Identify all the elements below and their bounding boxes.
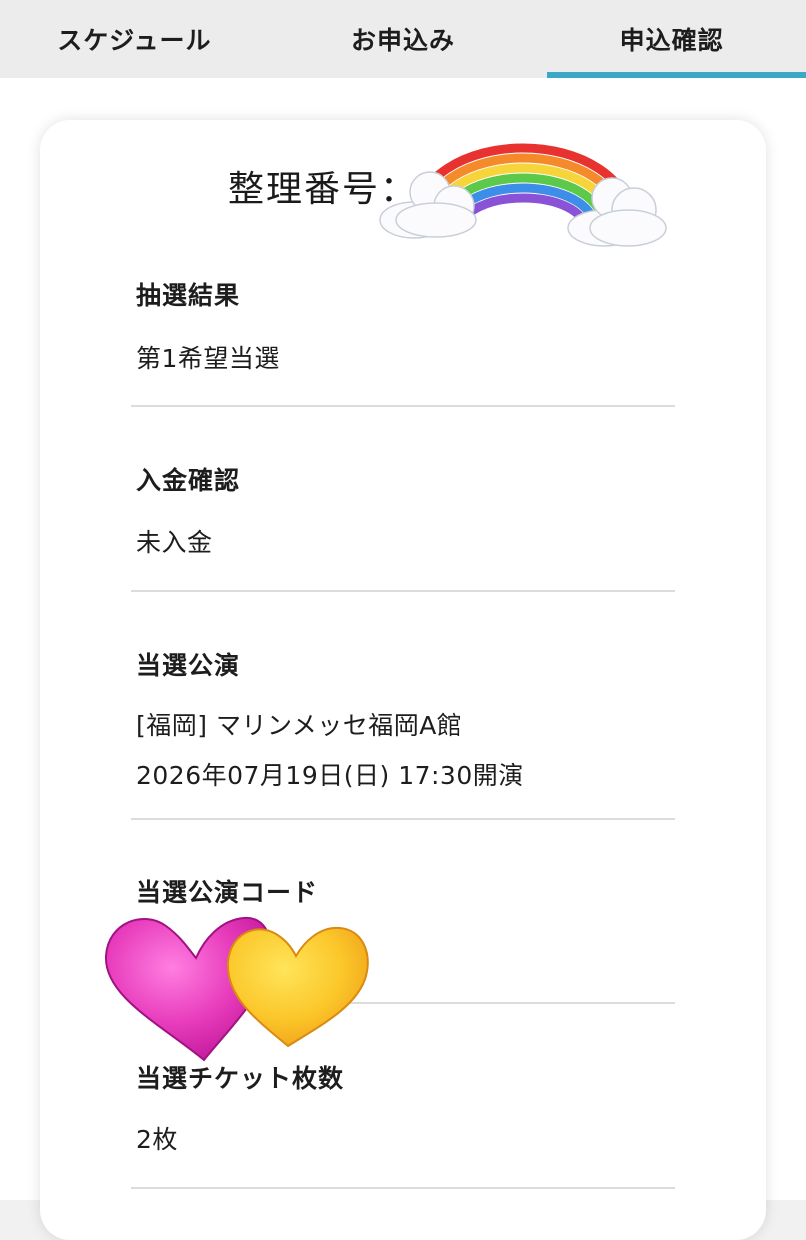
performance-venue: [福岡] マリンメッセ福岡A館 — [136, 711, 463, 740]
tab-apply-label: お申込み — [351, 26, 456, 55]
tab-schedule-label: スケジュール — [57, 26, 212, 55]
ticket-count-label: 当選チケット枚数 — [136, 1064, 345, 1093]
divider — [131, 405, 675, 407]
payment-status-value: 未入金 — [136, 528, 213, 557]
performance-datetime: 2026年07月19日(日) 17:30開演 — [136, 761, 524, 790]
two-hearts-icon — [104, 916, 369, 1062]
tab-schedule[interactable]: スケジュール — [0, 0, 269, 78]
divider — [131, 590, 675, 592]
divider — [131, 1187, 675, 1189]
tab-apply[interactable]: お申込み — [269, 0, 538, 78]
rainbow-icon — [379, 143, 667, 247]
winning-performance-label: 当選公演 — [136, 651, 241, 680]
tab-bar: スケジュール お申込み 申込確認 — [0, 0, 806, 78]
lottery-result-value: 第1希望当選 — [136, 344, 280, 373]
lottery-result-label: 抽選結果 — [136, 281, 241, 310]
tab-application-check-label: 申込確認 — [619, 26, 724, 55]
divider — [131, 818, 675, 820]
ticket-count-value: 2枚 — [136, 1125, 178, 1154]
payment-status-label: 入金確認 — [136, 466, 241, 495]
tab-application-check[interactable]: 申込確認 — [537, 0, 806, 78]
